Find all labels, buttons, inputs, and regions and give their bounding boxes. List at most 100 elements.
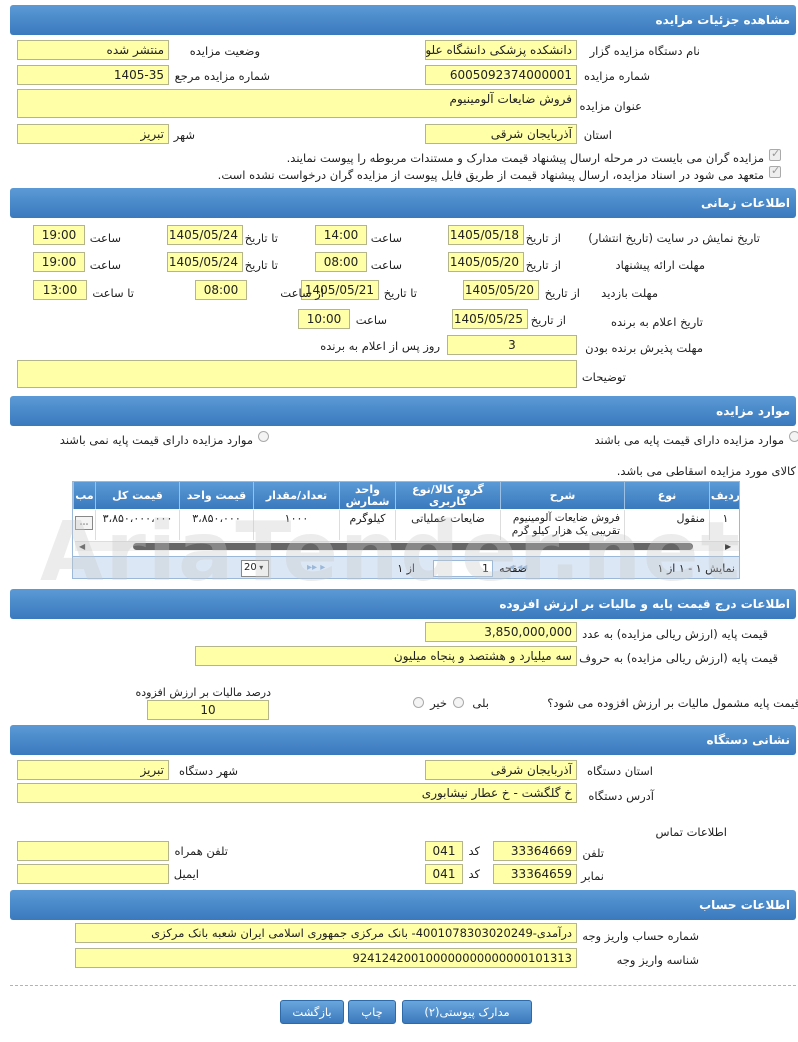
payment-id-label: شناسه واریز وجه [616,953,699,967]
winner-announce-time: 10:00 [298,309,350,329]
city-field: تبریز [17,124,169,144]
vat-no-label: خیر [430,696,447,710]
to-date-label: تا تاریخ [244,231,278,245]
section-header-account: اطلاعات حساب [10,890,796,920]
to-date-label: تا تاریخ [383,286,417,300]
vat-percent-field: 10 [147,700,269,720]
section-header-details: مشاهده جزئیات مزایده [10,5,796,35]
acceptance-deadline-label: مهلت پذیرش برنده بودن [585,341,703,355]
attachments-checkbox-label: مزایده گران می بایست در مرحله ارسال پیشن… [286,151,764,165]
offer-to-time: 19:00 [33,252,85,272]
scrap-note: کالای مورد مزایده اسقاطی می باشد. [616,464,796,478]
winner-announce-date: 1405/05/25 [452,309,528,329]
status-label: وضعیت مزایده [189,44,260,58]
display-from-date: 1405/05/18 [448,225,524,245]
org-city-field: تبریز [17,760,169,780]
reference-number-field: 1405-35 [17,65,169,85]
account-number-field: درآمدی-4001078303020249- بانک مرکزی جمهو… [75,923,577,943]
vat-yes-label: بلی [472,696,489,710]
attachments-checkbox[interactable] [769,147,781,161]
from-hour-label: از ساعت [280,286,324,300]
fax-field: 33364659 [493,864,577,884]
province-field: آذربایجان شرقی [425,124,577,144]
base-price-words-label: قیمت پایه (ارزش ریالی مزایده) به حروف [579,651,778,665]
visit-to-time: 13:00 [33,280,87,300]
org-address-field: خ گلگشت - خ عطار نیشابوری [17,783,577,803]
payment-id-field: 924124200100000000000000101313 [75,948,577,968]
with-base-price-label: موارد مزایده دارای قیمت پایه می باشند [594,433,784,447]
to-hour-label: تا ساعت [92,286,134,300]
title-field: فروش ضایعات آلومینیوم [17,89,577,118]
offer-from-time: 08:00 [315,252,367,272]
display-date-label: تاریخ نمایش در سایت (تاریخ انتشار) [588,231,760,245]
mobile-label: تلفن همراه [174,844,228,858]
description-label: توضیحات [581,370,626,384]
to-date-label: تا تاریخ [244,258,278,272]
org-address-label: آدرس دستگاه [588,789,654,803]
watermark-logo: AriaTender.net [40,505,742,600]
hour-label: ساعت [355,313,387,327]
winner-announce-label: تاریخ اعلام به برنده [610,315,703,329]
org-city-label: شهر دستگاه [178,764,238,778]
attached-documents-button[interactable]: مدارک پیوستی(۲) [402,1000,532,1024]
print-button[interactable]: چاپ [348,1000,396,1024]
status-field: منتشر شده [17,40,169,60]
offer-from-date: 1405/05/20 [448,252,524,272]
hour-label: ساعت [370,258,402,272]
base-price-number-field: 3,850,000,000 [425,622,577,642]
commitment-checkbox[interactable] [769,164,781,178]
display-to-date: 1405/05/24 [167,225,243,245]
display-from-time: 14:00 [315,225,367,245]
hour-label: ساعت [370,231,402,245]
org-label: نام دستگاه مزایده گزار [589,44,700,58]
fax-code-label: کد [468,867,480,881]
phone-code-label: کد [468,844,480,858]
offer-deadline-label: مهلت ارائه پیشنهاد [615,258,705,272]
base-price-number-label: قیمت پایه (ارزش ریالی مزایده) به عدد [582,627,768,641]
auction-number-label: شماره مزایده [584,69,650,83]
vat-question: قیمت پایه مشمول مالیات بر ارزش افزوده می… [547,696,798,710]
offer-to-date: 1405/05/24 [167,252,243,272]
acceptance-deadline-field: 3 [447,335,577,355]
fax-code-field: 041 [425,864,463,884]
vat-percent-label: درصد مالیات بر ارزش افزوده [135,686,271,699]
from-date-label: از تاریخ [525,231,561,245]
section-header-time: اطلاعات زمانی [10,188,796,218]
account-number-label: شماره حساب واریز وجه [582,929,699,943]
visit-deadline-label: مهلت بازدید [601,286,658,300]
phone-code-field: 041 [425,841,463,861]
from-date-label: از تاریخ [544,286,580,300]
without-base-price-label: موارد مزایده دارای قیمت پایه نمی باشند [59,433,253,447]
vat-no-radio[interactable] [413,697,424,708]
vat-yes-radio[interactable] [453,697,464,708]
org-province-label: استان دستگاه [586,764,653,778]
back-button[interactable]: بازگشت [280,1000,344,1024]
from-date-label: از تاریخ [525,258,561,272]
phone-label: تلفن [582,846,604,860]
section-header-items: موارد مزایده [10,396,796,426]
commitment-checkbox-label: متعهد می شود در اسناد مزایده، ارسال پیشن… [217,168,764,182]
divider [10,985,796,986]
without-base-price-radio[interactable] [258,431,269,442]
org-province-field: آذربایجان شرقی [425,760,577,780]
reference-number-label: شماره مزایده مرجع [174,69,270,83]
contact-info-label: اطلاعات تماس [655,825,727,839]
email-label: ایمیل [173,867,199,881]
with-base-price-radio[interactable] [789,431,798,442]
org-field: دانشکده پزشکی دانشگاه علوم پزشکی [425,40,577,60]
base-price-words-field: سه میلیارد و هشتصد و پنجاه میلیون [195,646,577,666]
acceptance-deadline-suffix: روز پس از اعلام به برنده [320,339,440,353]
province-label: استان [583,128,612,142]
email-field [17,864,169,884]
title-label: عنوان مزایده [579,99,642,113]
mobile-field [17,841,169,861]
section-header-address: نشانی دستگاه [10,725,796,755]
visit-from-date: 1405/05/20 [463,280,539,300]
visit-from-time: 08:00 [195,280,247,300]
from-date-label: از تاریخ [530,313,566,327]
description-field [17,360,577,388]
phone-field: 33364669 [493,841,577,861]
fax-label: نمابر [581,869,604,883]
hour-label: ساعت [89,258,121,272]
auction-number-field: 6005092374000001 [425,65,577,85]
